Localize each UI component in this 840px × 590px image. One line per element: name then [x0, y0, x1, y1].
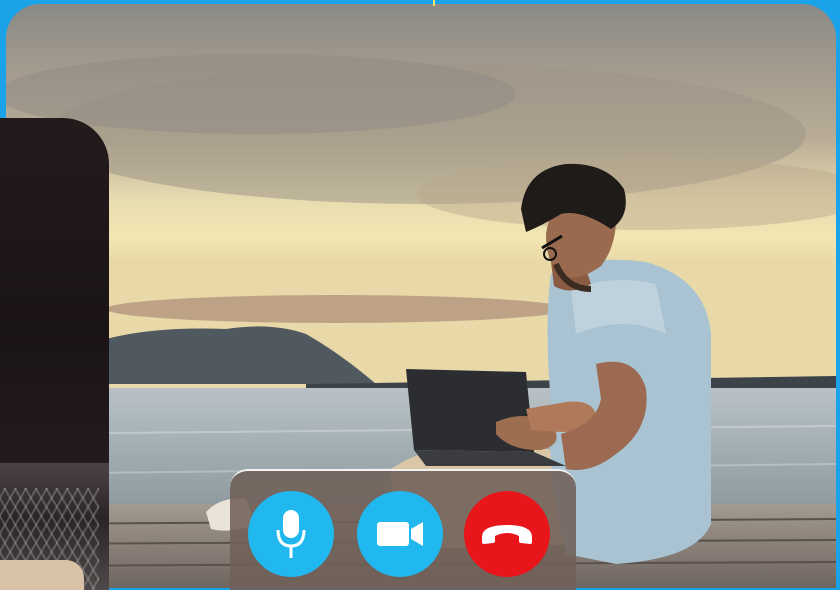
toggle-video-button[interactable]	[357, 491, 443, 577]
microphone-icon	[276, 510, 306, 558]
call-controls-bar	[230, 469, 576, 590]
video-camera-icon	[377, 522, 423, 546]
self-view-hand	[0, 560, 84, 590]
end-call-button[interactable]	[464, 491, 550, 577]
self-view-preview	[0, 118, 109, 590]
top-notch	[433, 0, 435, 6]
phone-hangup-icon	[482, 525, 532, 544]
mute-microphone-button[interactable]	[248, 491, 334, 577]
